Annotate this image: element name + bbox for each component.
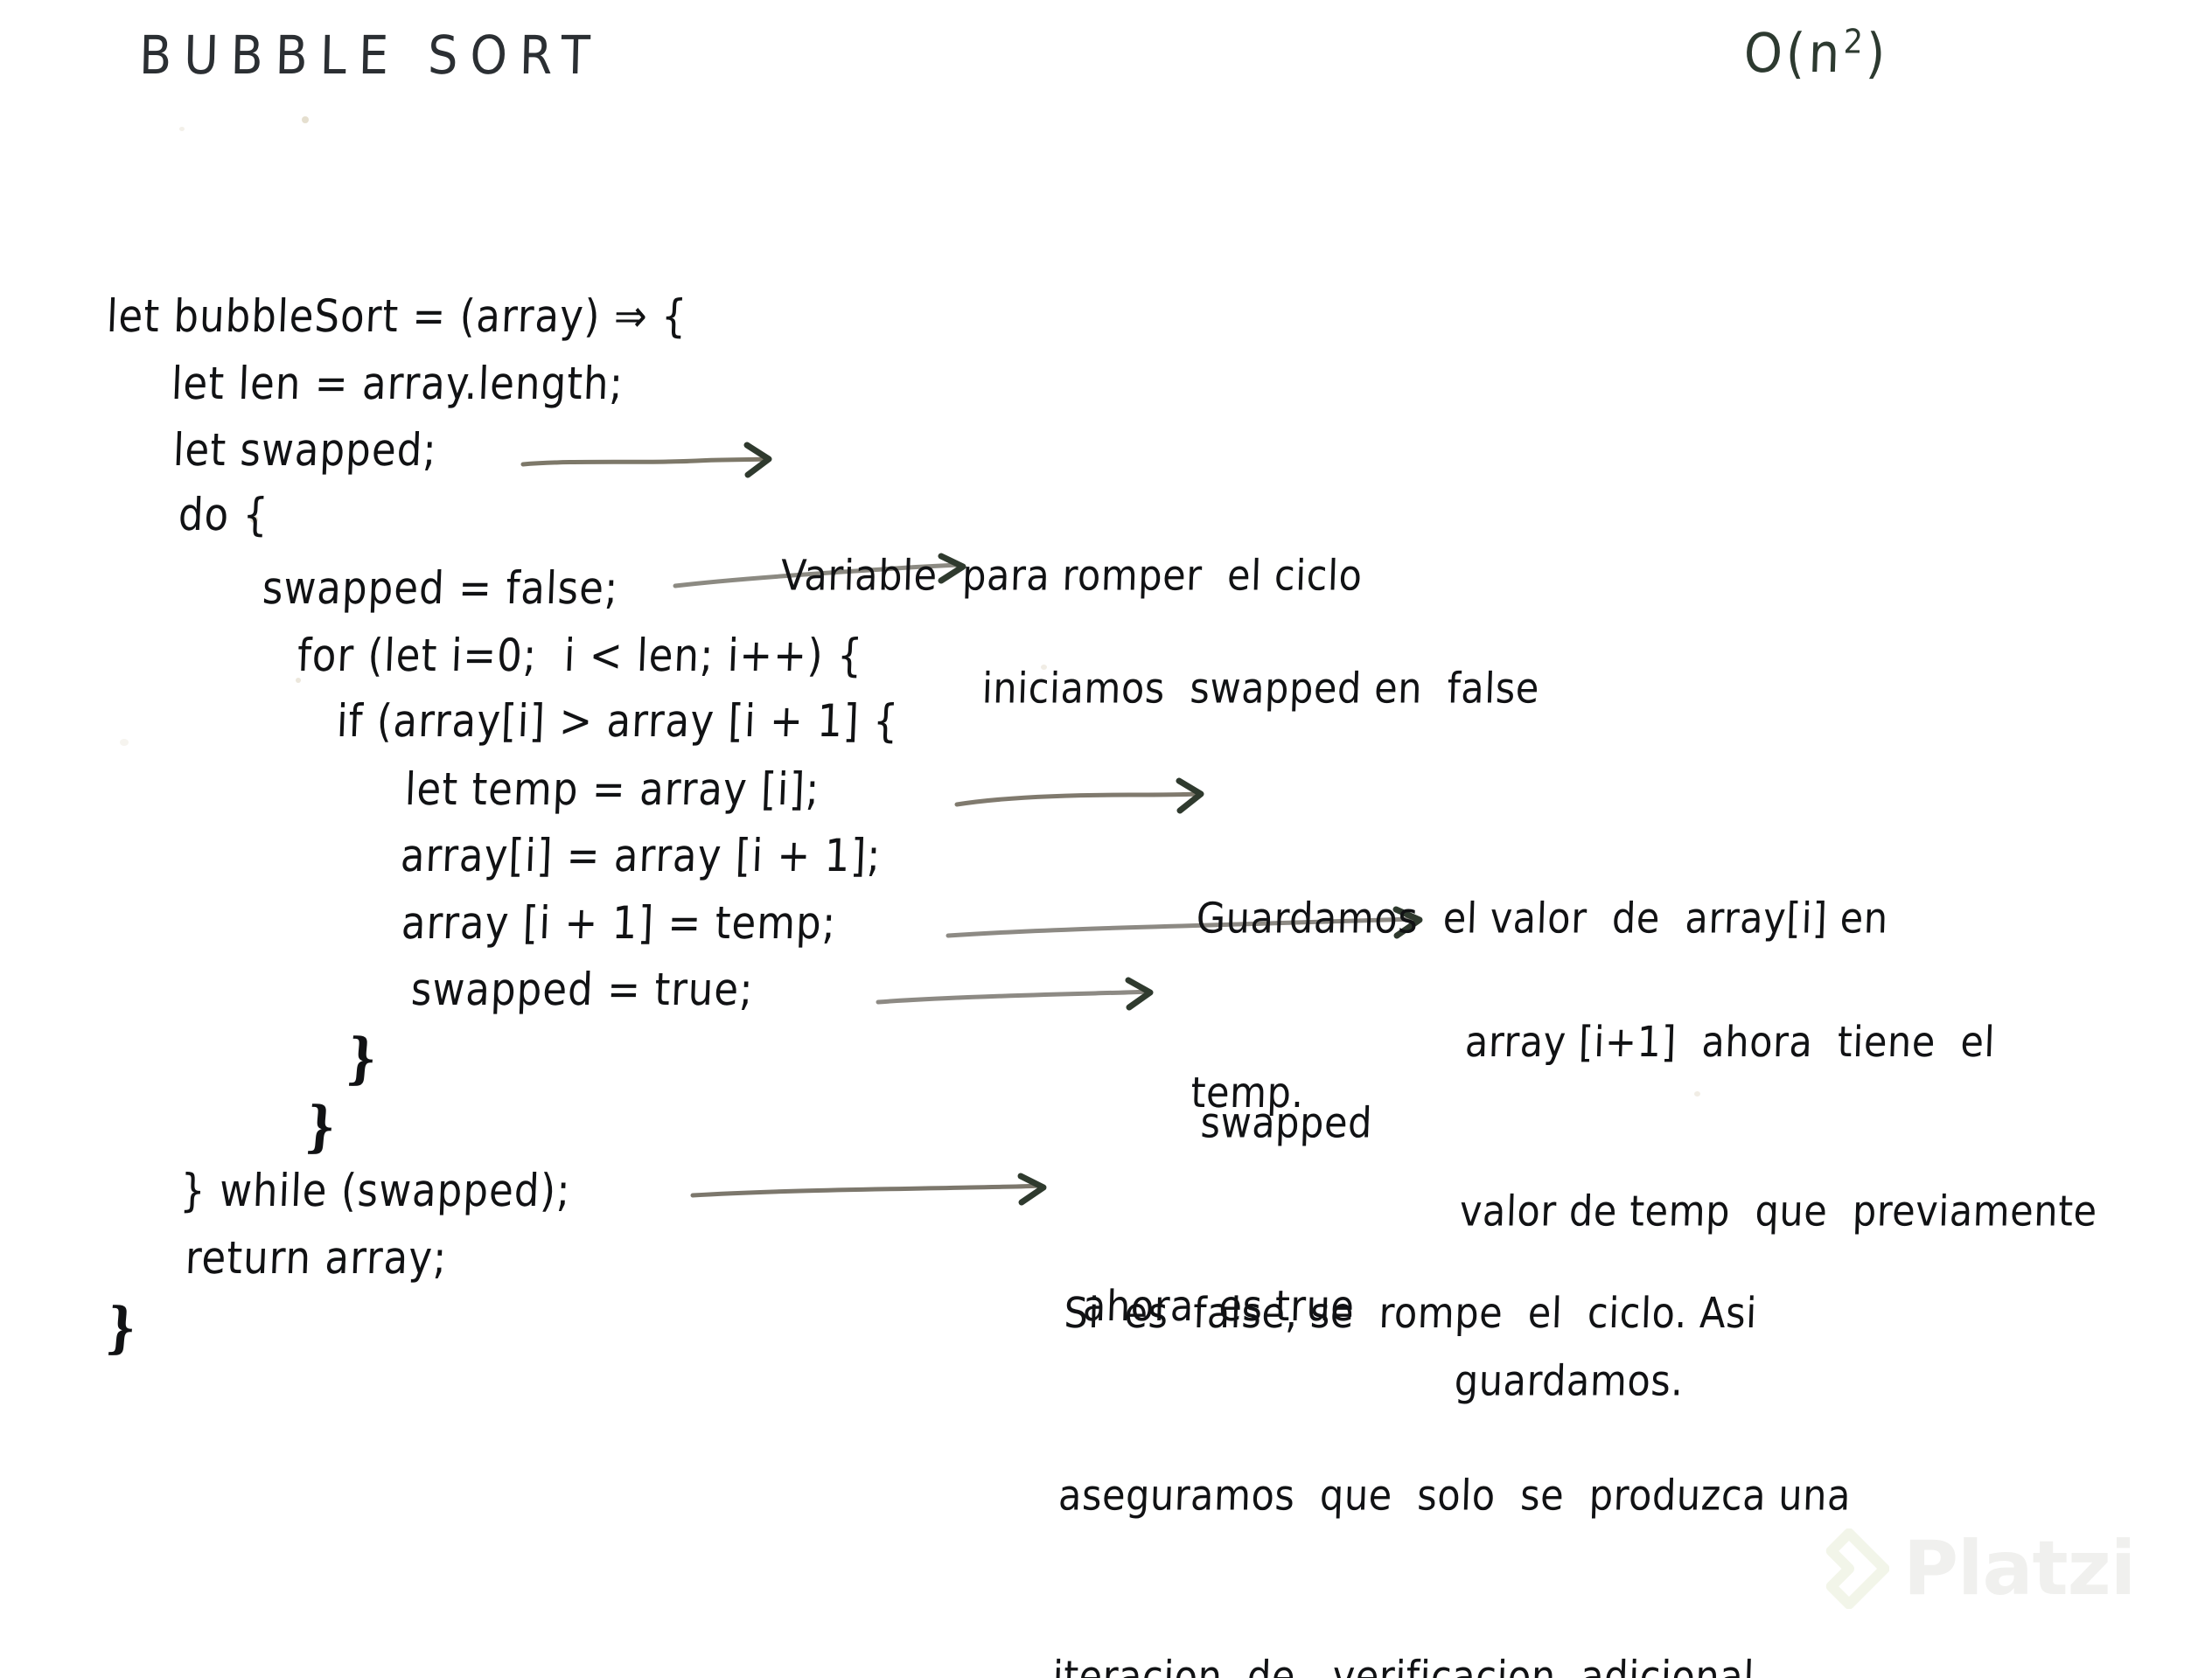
- code-line: swapped = true;: [409, 963, 755, 1016]
- complexity-exponent: 2: [1843, 23, 1867, 62]
- code-line: return array;: [184, 1231, 449, 1285]
- code-line: let len = array.length;: [170, 357, 625, 410]
- code-line: let bubbleSort = (array) ⇒ {: [105, 289, 689, 343]
- code-line: let swapped;: [171, 423, 438, 477]
- closing-brace: }: [103, 1295, 139, 1361]
- code-line: array[i] = array [i + 1];: [399, 829, 883, 882]
- note-line: aseguramos que solo se produzca una: [1057, 1471, 1852, 1521]
- note-line: swapped: [1199, 1098, 1373, 1148]
- note-line: array [i+1] ahora tiene el: [1464, 1018, 1996, 1068]
- complexity-notation: O(n2): [1743, 23, 1890, 86]
- platzi-watermark: Platzi: [1809, 1525, 2136, 1612]
- code-block: let bubbleSort = (array) ⇒ { let len = a…: [0, 0, 1225, 1678]
- code-line: } while (swapped);: [178, 1164, 572, 1217]
- complexity-prefix: O(n: [1742, 23, 1845, 86]
- code-line: do {: [177, 488, 270, 541]
- closing-brace: }: [344, 1026, 380, 1091]
- note-line: iniciamos swapped en false: [980, 664, 1540, 714]
- complexity-suffix: ): [1865, 23, 1890, 86]
- code-line: let temp = array [i];: [403, 762, 821, 816]
- notebook-page: BUBBLE SORT O(n2) let bubbleSort = (arra…: [0, 0, 2212, 1678]
- code-line: swapped = false;: [261, 561, 620, 615]
- closing-brace: }: [303, 1094, 338, 1159]
- platzi-wordmark: Platzi: [1903, 1525, 2136, 1612]
- note-line: Si es false, se rompe el ciclo. Asi: [1063, 1289, 1758, 1339]
- note-while-break: Si es false, se rompe el ciclo. Asi aseg…: [1048, 1163, 1861, 1678]
- code-line: array [i + 1] = temp;: [400, 896, 838, 950]
- platzi-logo-icon: [1809, 1528, 1890, 1610]
- note-line: iteracion de verificacion adicional.: [1051, 1653, 1768, 1678]
